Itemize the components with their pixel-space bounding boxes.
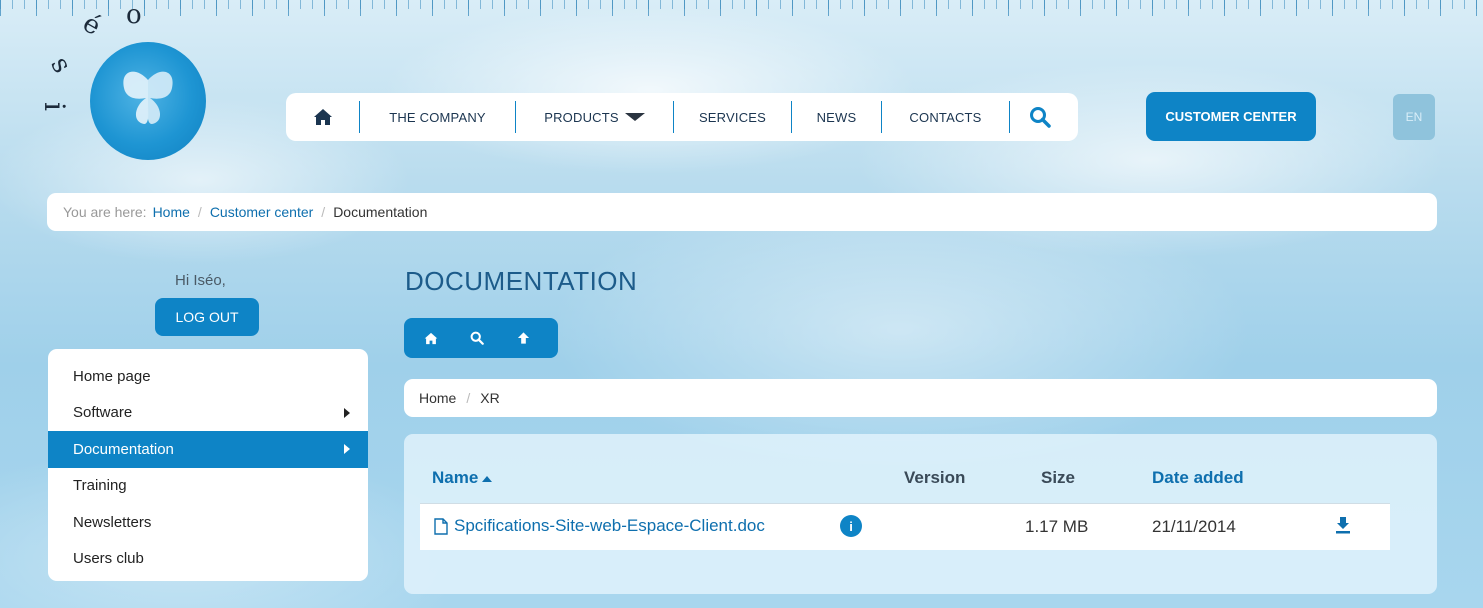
site-logo[interactable]: i s é o (37, 0, 210, 164)
sidebar-item-training[interactable]: Training (48, 468, 368, 505)
column-header-label: Name (432, 468, 479, 487)
logout-button[interactable]: LOG OUT (155, 298, 259, 336)
toolbar-home-button[interactable] (418, 325, 444, 351)
documents-panel: Name Version Size Date added Spcificatio… (404, 434, 1437, 594)
info-icon[interactable]: i (840, 515, 862, 537)
breadcrumb-home[interactable]: Home (153, 204, 190, 220)
customer-center-button[interactable]: CUSTOMER CENTER (1146, 92, 1316, 141)
column-header-size: Size (1041, 468, 1076, 487)
home-icon (313, 109, 332, 125)
language-button[interactable]: EN (1393, 94, 1435, 140)
chevron-down-icon (624, 113, 645, 121)
sidebar-item-label: Documentation (73, 440, 174, 458)
file-icon (434, 517, 448, 535)
breadcrumb: You are here: Home / Customer center / D… (47, 193, 1437, 231)
file-date: 21/11/2014 (1152, 517, 1236, 536)
folder-path-current: XR (480, 390, 500, 406)
ruler-decoration (0, 0, 1483, 22)
sort-ascending-icon (482, 475, 493, 482)
sidebar-item-home-page[interactable]: Home page (48, 358, 368, 395)
file-name: Spcifications-Site-web-Espace-Client.doc (454, 516, 765, 535)
page-title: DOCUMENTATION (405, 266, 638, 296)
table-row: Spcifications-Site-web-Espace-Client.doc… (420, 503, 1390, 550)
folder-path-home[interactable]: Home (419, 390, 456, 406)
caret-right-icon (344, 444, 350, 455)
caret-right-icon (344, 407, 350, 418)
table-header: Name Version Size Date added (432, 468, 1392, 502)
arrow-up-icon (517, 332, 529, 344)
breadcrumb-prefix: You are here: (63, 204, 147, 220)
doc-toolbar (404, 318, 558, 358)
butterfly-icon (123, 71, 173, 124)
column-header-date-added[interactable]: Date added (1152, 468, 1244, 488)
breadcrumb-current: Documentation (333, 204, 428, 220)
sidebar-item-software[interactable]: Software (48, 395, 368, 432)
toolbar-up-button[interactable] (510, 325, 536, 351)
file-link[interactable]: Spcifications-Site-web-Espace-Client.doc (434, 516, 765, 536)
sidebar-item-documentation[interactable]: Documentation (48, 431, 368, 468)
logo-letter-o: o (126, 0, 142, 30)
sidebar-item-label: Users club (73, 550, 144, 568)
sidebar-item-users-club[interactable]: Users club (48, 541, 368, 578)
download-button[interactable] (1335, 516, 1351, 539)
sidebar-item-newsletters[interactable]: Newsletters (48, 504, 368, 541)
nav-item-news[interactable]: NEWS (792, 101, 882, 133)
breadcrumb-separator: / (321, 204, 326, 220)
column-header-version: Version (904, 468, 966, 487)
column-header-name[interactable]: Name (432, 468, 493, 488)
sidebar-menu: Home page Software Documentation Trainin… (48, 349, 368, 581)
folder-path: Home / XR (404, 379, 1437, 417)
nav-item-products-label: PRODUCTS (544, 109, 619, 125)
home-icon (424, 332, 438, 344)
download-icon (1336, 517, 1350, 534)
sidebar-item-label: Home page (73, 367, 151, 385)
logo-letter-i: i (37, 102, 71, 111)
nav-item-contacts[interactable]: CONTACTS (882, 101, 1010, 133)
file-size: 1.17 MB (1025, 517, 1089, 536)
main-nav: THE COMPANY PRODUCTS SERVICES NEWS CONTA… (286, 93, 1078, 141)
sidebar-item-label: Training (73, 477, 127, 495)
sidebar-item-label: Software (73, 404, 133, 422)
nav-item-services[interactable]: SERVICES (674, 101, 792, 133)
toolbar-search-button[interactable] (464, 325, 490, 351)
search-icon (470, 331, 484, 345)
sidebar-item-label: Newsletters (73, 513, 152, 531)
breadcrumb-separator: / (197, 204, 202, 220)
nav-item-products[interactable]: PRODUCTS (516, 101, 674, 133)
nav-home[interactable] (286, 101, 360, 133)
nav-search-button[interactable] (1010, 101, 1070, 133)
logo-letter-e: é (77, 8, 106, 42)
folder-path-separator: / (466, 390, 471, 406)
logo-letter-s: s (44, 51, 77, 79)
user-greeting: Hi Iséo, (175, 272, 226, 289)
breadcrumb-customer-center[interactable]: Customer center (210, 204, 313, 220)
search-icon (1030, 107, 1051, 128)
nav-item-company[interactable]: THE COMPANY (360, 101, 516, 133)
